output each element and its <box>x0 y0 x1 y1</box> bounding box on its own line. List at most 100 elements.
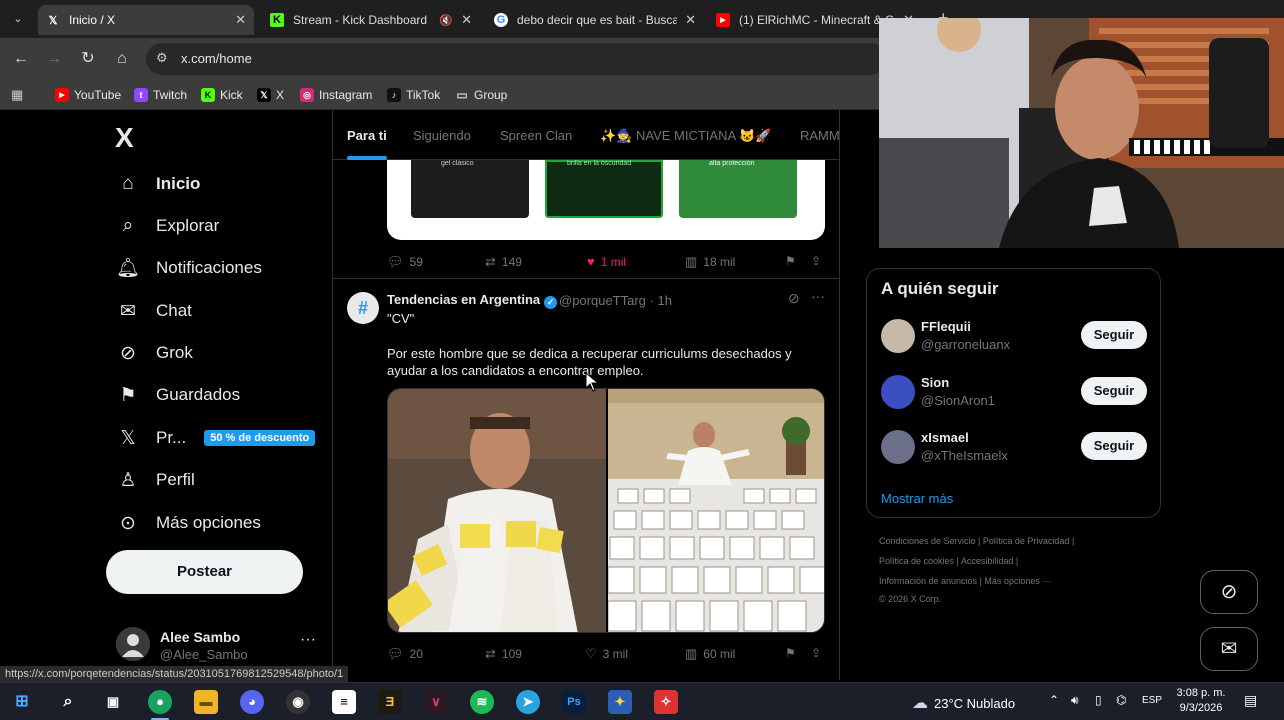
like-button[interactable]: ♡ 3 mil <box>585 646 628 662</box>
forward-icon[interactable]: → <box>43 48 65 70</box>
suggestion-item[interactable]: Sion @SionAron1 Seguir <box>881 373 1151 413</box>
close-tab-icon[interactable]: ✕ <box>461 12 472 28</box>
repost-button[interactable]: ⇄ 109 <box>485 646 522 662</box>
tweet-photo[interactable] <box>607 389 824 632</box>
post-button[interactable]: Postear <box>106 550 303 594</box>
follow-button[interactable]: Seguir <box>1081 377 1147 405</box>
tab-ramm[interactable]: RAMM <box>800 128 839 143</box>
windows-start-icon[interactable]: ⊞ <box>10 690 34 714</box>
sidebar-item-notificaciones[interactable]: 🔔︎ Notificaciones <box>116 252 262 284</box>
avatar[interactable]: # <box>347 292 379 324</box>
messages-float-button[interactable]: ✉ <box>1200 627 1258 671</box>
tweet-photo[interactable] <box>388 389 606 632</box>
language-indicator[interactable]: ESP <box>1142 695 1162 706</box>
views-button[interactable]: ▥ 60 mil <box>685 646 735 662</box>
more-circle-icon: ⊙ <box>120 512 136 534</box>
avatar[interactable] <box>881 430 915 464</box>
bookmark-instagram[interactable]: ◎ Instagram <box>300 86 372 104</box>
grok-icon[interactable]: ⊘ <box>788 290 800 307</box>
bookmark-twitch[interactable]: t Twitch <box>134 86 187 104</box>
clock[interactable]: 3:08 p. m. 9/3/2026 <box>1176 686 1226 716</box>
bookmark-button[interactable]: ⚑ <box>785 254 796 268</box>
tweet-author[interactable]: Tendencias en Argentina ✓ <box>387 292 558 309</box>
like-button[interactable]: ♥ 1 mil <box>587 254 626 269</box>
share-button[interactable]: ⇪ <box>811 254 821 268</box>
repost-button[interactable]: ⇄ 149 <box>485 254 522 270</box>
home-icon[interactable]: ⌂ <box>111 48 133 70</box>
app-launcher-icon[interactable]: ✦ <box>608 690 632 714</box>
task-view-icon[interactable]: ▣ <box>101 690 125 714</box>
tab-kick-dashboard[interactable]: K Stream - Kick Dashboard 🔇 ✕ <box>262 5 480 35</box>
chevron-up-icon[interactable]: ⌃ <box>1049 693 1059 707</box>
network-icon[interactable]: ⌬ <box>1116 693 1126 707</box>
site-info-icon[interactable]: ⚙ <box>156 50 168 66</box>
discord-icon[interactable]: ◕ <box>240 690 264 714</box>
chrome-icon[interactable]: ● <box>148 690 172 714</box>
sidebar-item-guardados[interactable]: ⚑ Guardados <box>116 379 240 411</box>
tab-spreen-clan[interactable]: Spreen Clan <box>500 128 572 143</box>
tab-siguiendo[interactable]: Siguiendo <box>413 128 471 143</box>
follow-button[interactable]: Seguir <box>1081 321 1147 349</box>
reply-button[interactable]: 💬︎ 59 <box>387 254 423 270</box>
footer-links[interactable]: Condiciones de Servicio | Política de Pr… <box>879 536 1074 546</box>
suggestion-item[interactable]: FFlequii @garroneluanx Seguir <box>881 317 1151 357</box>
sidebar-item-mas-opciones[interactable]: ⊙ Más opciones <box>116 507 261 539</box>
back-icon[interactable]: ← <box>10 48 32 70</box>
address-bar[interactable]: ⚙ x.com/home <box>146 43 886 75</box>
sidebar-item-explorar[interactable]: ⌕ Explorar <box>116 210 220 242</box>
tab-inicio-x[interactable]: 𝕏 Inicio / X ✕ <box>38 5 254 35</box>
notifications-icon[interactable]: ▤ <box>1244 692 1257 709</box>
reply-button[interactable]: 💬︎ 20 <box>387 646 423 662</box>
footer-links[interactable]: Información de anuncios | Más opciones ·… <box>879 576 1051 586</box>
suggestion-item[interactable]: xIsmael @xTheIsmaelx Seguir <box>881 428 1151 468</box>
bookmark-button[interactable]: ⚑ <box>785 646 796 660</box>
app-icon[interactable]: ✧ <box>654 690 678 714</box>
x-logo[interactable]: X <box>115 122 134 154</box>
sidebar-item-chat[interactable]: ✉ Chat <box>116 295 192 327</box>
share-button[interactable]: ⇪ <box>811 646 821 660</box>
spotify-icon[interactable]: ≋ <box>470 690 494 714</box>
photoshop-icon[interactable]: Ps <box>562 690 586 714</box>
audio-app-icon[interactable]: Ǝ <box>378 690 402 714</box>
tab-search-chevron-icon[interactable]: ⌄ <box>6 8 30 30</box>
apps-grid-icon[interactable]: ▦ <box>11 87 23 103</box>
footer-links[interactable]: Política de cookies | Accesibilidad | <box>879 556 1018 566</box>
video-editor-icon[interactable]: ∨ <box>424 690 448 714</box>
search-icon[interactable]: ⌕ <box>56 690 80 714</box>
reload-icon[interactable]: ↻ <box>77 48 99 70</box>
file-explorer-icon[interactable]: ▬ <box>194 690 218 714</box>
mail-icon: ✉ <box>1220 638 1238 660</box>
notes-icon[interactable]: ≡ <box>332 690 356 714</box>
bookmark-x[interactable]: 𝕏 X <box>257 86 284 104</box>
speaker-icon[interactable]: 🔊︎ <box>1071 693 1079 708</box>
sidebar-item-inicio[interactable]: ⌂ Inicio <box>116 168 200 200</box>
tab-nave-mictiana[interactable]: ✨🧙 NAVE MICTIANA 😺🚀 <box>600 128 771 144</box>
telegram-icon[interactable]: ➤ <box>516 690 540 714</box>
more-icon[interactable]: ··· <box>811 288 825 304</box>
bookmark-tiktok[interactable]: ♪ TikTok <box>387 86 440 104</box>
avatar[interactable] <box>881 375 915 409</box>
views-button[interactable]: ▥ 18 mil <box>685 254 735 270</box>
bookmark-folder-group[interactable]: ▭ Group <box>455 86 507 104</box>
account-switcher[interactable]: Alee Sambo @Alee_Sambo ··· <box>116 625 326 665</box>
battery-icon[interactable]: ▯ <box>1095 693 1102 707</box>
show-more-link[interactable]: Mostrar más <box>881 491 953 506</box>
follow-button[interactable]: Seguir <box>1081 432 1147 460</box>
sidebar-item-perfil[interactable]: ♙ Perfil <box>116 464 194 496</box>
obs-icon[interactable]: ◉ <box>286 690 310 714</box>
mute-icon[interactable]: 🔇 <box>439 14 453 27</box>
grok-float-button[interactable]: ⊘ <box>1200 570 1258 614</box>
sidebar-item-premium[interactable]: 𝕏 Pr... 50 % de descuento <box>116 422 316 454</box>
tab-google-search[interactable]: G debo decir que es bait - Buscar ✕ <box>486 5 704 35</box>
close-tab-icon[interactable]: ✕ <box>685 12 696 28</box>
bookmark-kick[interactable]: K Kick <box>201 86 243 104</box>
weather-widget[interactable]: ☁ 23°C Nublado <box>912 693 1015 713</box>
avatar[interactable] <box>881 319 915 353</box>
tweet-media[interactable] <box>387 388 825 633</box>
tab-para-ti[interactable]: Para ti <box>347 128 387 143</box>
tweet-media[interactable]: gel clásico brilla en la oscuridad alta … <box>387 160 825 240</box>
sidebar-item-grok[interactable]: ⊘ Grok <box>116 337 193 369</box>
close-tab-icon[interactable]: ✕ <box>235 12 246 28</box>
more-icon[interactable]: ··· <box>300 631 316 649</box>
bookmark-youtube[interactable]: ▶ YouTube <box>55 86 121 104</box>
